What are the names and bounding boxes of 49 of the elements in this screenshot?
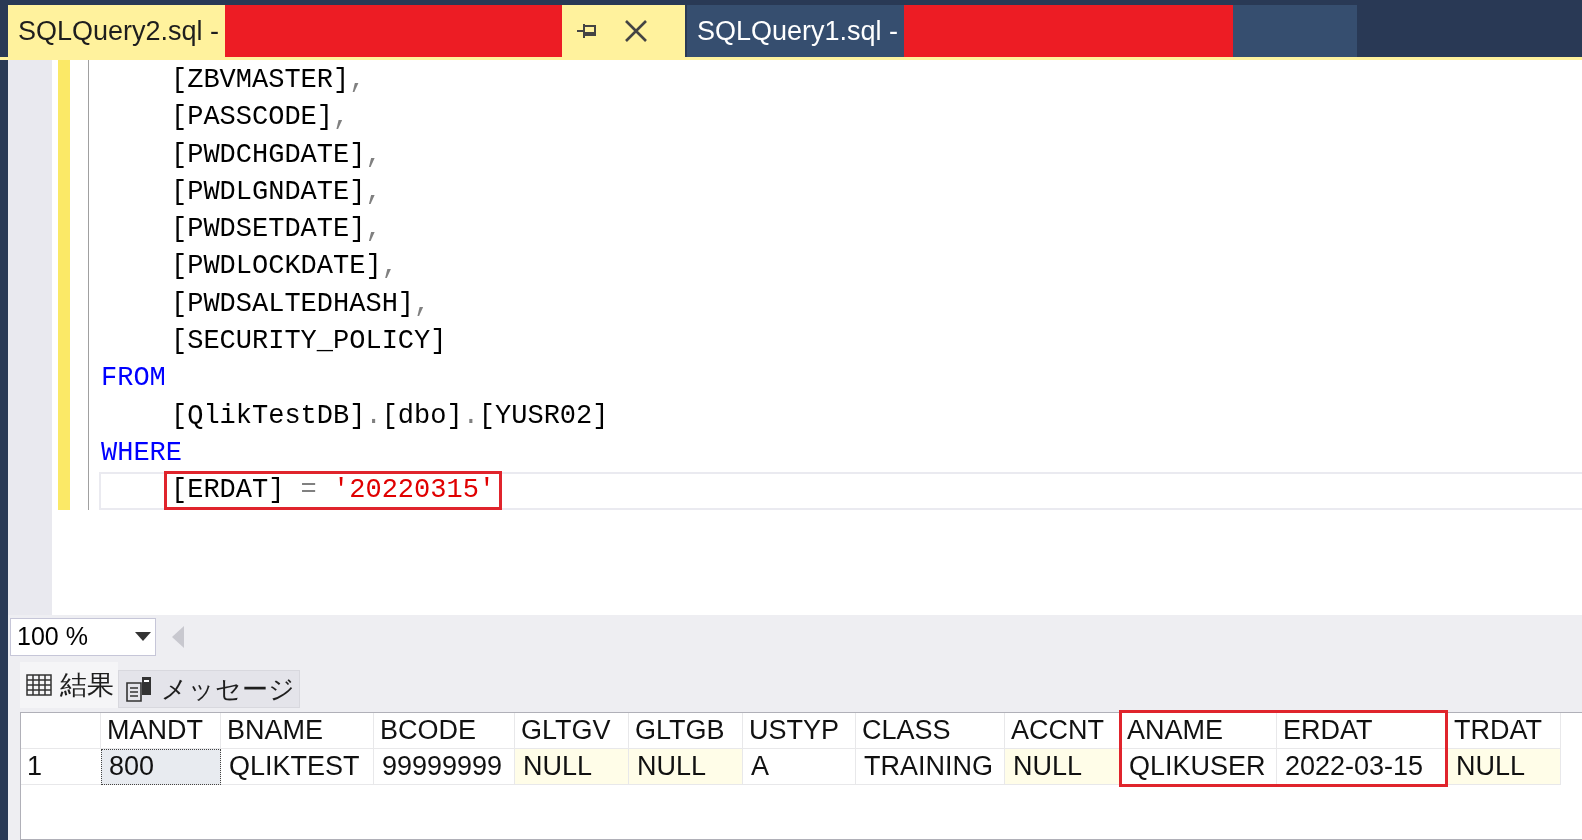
punctuation: , bbox=[365, 139, 382, 170]
punctuation: , bbox=[365, 176, 382, 207]
sql-keyword: FROM bbox=[101, 363, 166, 394]
results-tab[interactable]: 結果 bbox=[20, 662, 118, 708]
column-header[interactable]: ERDAT bbox=[1277, 713, 1448, 749]
column-header[interactable]: BNAME bbox=[221, 713, 374, 749]
zoom-dropdown[interactable]: 100 % bbox=[10, 617, 156, 656]
string-literal: '20220315' bbox=[333, 475, 496, 506]
identifier: [PASSCODE] bbox=[171, 102, 334, 133]
document-tab[interactable]: SQLQuery1.sql - bbox=[687, 5, 1357, 57]
punctuation: , bbox=[365, 214, 382, 245]
identifier: [PWDSETDATE] bbox=[171, 214, 366, 245]
identifier: [QlikTestDB] bbox=[171, 400, 366, 431]
identifier: [PWDCHGDATE] bbox=[171, 139, 366, 170]
document-icon bbox=[125, 675, 153, 703]
identifier: [ERDAT] bbox=[171, 475, 285, 506]
identifier: [SECURITY_POLICY] bbox=[171, 326, 447, 357]
identifier: [PWDLOCKDATE] bbox=[171, 251, 382, 282]
sql-keyword: WHERE bbox=[101, 437, 182, 468]
column-header[interactable]: BCODE bbox=[374, 713, 515, 749]
punctuation: . bbox=[365, 400, 382, 431]
punctuation: , bbox=[414, 288, 431, 319]
column-header[interactable]: ANAME bbox=[1121, 713, 1277, 749]
results-tab[interactable]: メッセージ bbox=[118, 670, 300, 708]
table-cell: 800 bbox=[101, 749, 221, 785]
identifier: [PWDLGNDATE] bbox=[171, 176, 366, 207]
table-cell: A bbox=[743, 749, 856, 785]
identifier: [YUSR02] bbox=[478, 400, 609, 431]
table-cell: NULL bbox=[515, 749, 629, 785]
table-cell: NULL bbox=[1005, 749, 1121, 785]
table-cell: NULL bbox=[1448, 749, 1561, 785]
table-cell: QLIKTEST bbox=[221, 749, 374, 785]
column-header[interactable]: USTYP bbox=[743, 713, 856, 749]
table-cell: QLIKUSER bbox=[1121, 749, 1277, 785]
document-tab[interactable]: SQLQuery2.sql - bbox=[8, 5, 685, 57]
identifier: [dbo] bbox=[381, 400, 463, 431]
close-icon[interactable] bbox=[624, 19, 649, 43]
punctuation: , bbox=[333, 102, 350, 133]
punctuation: , bbox=[349, 65, 366, 95]
punctuation: = bbox=[299, 475, 318, 506]
column-header[interactable]: CLASS bbox=[856, 713, 1005, 749]
pin-icon[interactable] bbox=[576, 22, 599, 40]
caret-icon bbox=[135, 632, 151, 641]
punctuation: . bbox=[462, 400, 479, 431]
grid-icon bbox=[26, 674, 52, 696]
identifier: [PWDSALTEDHASH] bbox=[171, 288, 415, 319]
punctuation: , bbox=[381, 251, 398, 282]
table-cell: NULL bbox=[629, 749, 743, 785]
identifier: [ZBVMASTER] bbox=[171, 65, 350, 95]
